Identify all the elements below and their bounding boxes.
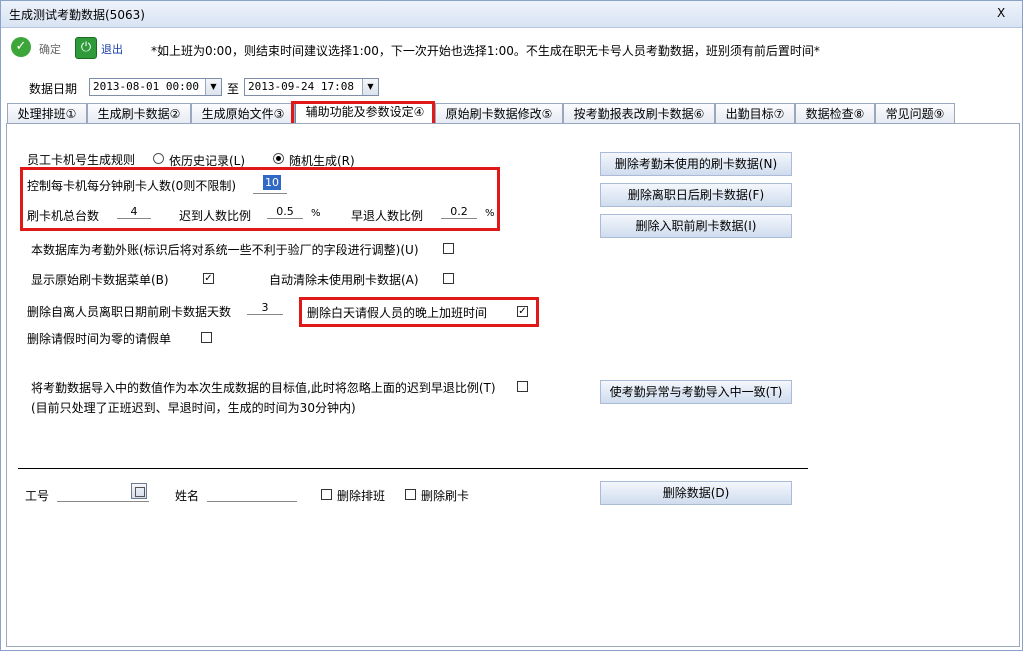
auto-clear-label: 自动清除未使用刷卡数据(A): [269, 273, 419, 287]
import-target-note: (目前只处理了正班迟到、早退时间，生成的时间为30分钟内): [31, 401, 356, 415]
lookup-icon[interactable]: [131, 483, 147, 499]
per-minute-underline: [253, 193, 287, 194]
card-rule-label: 员工卡机号生成规则: [27, 153, 136, 167]
radio-history[interactable]: [153, 153, 164, 164]
start-date-select[interactable]: 2013-08-01 00:00 ▼: [89, 78, 222, 96]
show-raw-menu-checkbox[interactable]: ✓: [203, 273, 214, 284]
tab-data-check[interactable]: 数据检查⑧: [795, 103, 875, 123]
chevron-down-icon[interactable]: ▼: [205, 79, 221, 95]
auto-clear-checkbox[interactable]: [443, 273, 454, 284]
total-machines-label: 刷卡机总台数: [27, 209, 100, 223]
delete-overtime-checkbox[interactable]: ✓: [517, 306, 528, 317]
delete-unused-button[interactable]: 删除考勤未使用的刷卡数据(N): [600, 152, 792, 176]
delete-days-label: 删除自离人员离职日期前刷卡数据天数: [27, 305, 232, 319]
name-input[interactable]: [207, 501, 297, 502]
show-raw-menu-label: 显示原始刷卡数据菜单(B): [31, 273, 169, 287]
exit-label: 退出: [101, 43, 123, 56]
early-ratio-unit: %: [485, 208, 495, 219]
close-button[interactable]: X: [997, 6, 1005, 20]
tab-faq[interactable]: 常见问题⑨: [875, 103, 955, 123]
tab-strip: 处理排班① 生成刷卡数据② 生成原始文件③ 辅助功能及参数设定④ 原始刷卡数据修…: [7, 101, 1017, 125]
tab-report-punch[interactable]: 按考勤报表改刷卡数据⑥: [563, 103, 715, 123]
tab-generate-file[interactable]: 生成原始文件③: [191, 103, 295, 123]
date-label: 数据日期: [29, 82, 78, 96]
notice-text: *如上班为0:00，则结束时间建议选择1:00，下一次开始也选择1:00。不生成…: [151, 44, 820, 58]
import-target-label: 将考勤数据导入中的数值作为本次生成数据的目标值,此时将忽略上面的迟到早退比例(T…: [31, 381, 496, 395]
tab-generate-punch[interactable]: 生成刷卡数据②: [87, 103, 191, 123]
sync-import-button[interactable]: 使考勤异常与考勤导入中一致(T): [600, 380, 792, 404]
delete-data-button[interactable]: 删除数据(D): [600, 481, 792, 505]
tab-edit-punch[interactable]: 原始刷卡数据修改⑤: [435, 103, 563, 123]
dialog-window: 生成测试考勤数据(5063) X ✓ 确定 ⏻ 退出 *如上班为0:00，则结束…: [0, 0, 1023, 651]
emp-no-label: 工号: [25, 489, 50, 503]
delete-after-leave-button[interactable]: 删除离职日后刷卡数据(F): [600, 183, 792, 207]
per-minute-label: 控制每卡机每分钟刷卡人数(0则不限制): [27, 179, 236, 193]
emp-no-input[interactable]: [57, 501, 149, 502]
late-ratio-label: 迟到人数比例: [179, 209, 252, 223]
name-label: 姓名: [175, 489, 200, 503]
tab-schedule[interactable]: 处理排班①: [7, 103, 87, 123]
del-punch-label: 删除刷卡: [421, 489, 470, 503]
end-date-value: 2013-09-24 17:08: [248, 80, 354, 93]
tab-attendance-target[interactable]: 出勤目标⑦: [715, 103, 795, 123]
per-minute-input[interactable]: 10: [263, 175, 281, 190]
end-date-select[interactable]: 2013-09-24 17:08 ▼: [244, 78, 379, 96]
section-divider: [18, 468, 808, 469]
check-icon: ✓: [11, 37, 31, 57]
radio-random[interactable]: [273, 153, 284, 164]
delete-zero-leave-label: 删除请假时间为零的请假单: [27, 332, 172, 346]
external-db-checkbox[interactable]: [443, 243, 454, 254]
del-schedule-checkbox[interactable]: [321, 489, 332, 500]
delete-days-input[interactable]: 3: [247, 301, 283, 315]
delete-before-join-button[interactable]: 删除入职前刷卡数据(I): [600, 214, 792, 238]
delete-zero-leave-checkbox[interactable]: [201, 332, 212, 343]
total-machines-input[interactable]: 4: [117, 205, 151, 219]
start-date-value: 2013-08-01 00:00: [93, 80, 199, 93]
del-punch-checkbox[interactable]: [405, 489, 416, 500]
ok-label: 确定: [39, 43, 61, 56]
late-ratio-input[interactable]: 0.5: [267, 205, 303, 219]
delete-overtime-label: 删除白天请假人员的晚上加班时间: [307, 306, 488, 320]
power-icon: ⏻: [75, 37, 97, 59]
chevron-down-icon[interactable]: ▼: [362, 79, 378, 95]
date-separator: 至: [227, 82, 240, 96]
lookup-icon-inner: [135, 487, 145, 497]
external-db-label: 本数据库为考勤外账(标识后将对系统一些不利于验厂的字段进行调整)(U): [31, 243, 419, 257]
early-ratio-input[interactable]: 0.2: [441, 205, 477, 219]
early-ratio-label: 早退人数比例: [351, 209, 424, 223]
import-target-checkbox[interactable]: [517, 381, 528, 392]
del-schedule-label: 删除排班: [337, 489, 386, 503]
title-bar: 生成测试考勤数据(5063) X: [1, 1, 1022, 28]
late-ratio-unit: %: [311, 208, 321, 219]
window-title: 生成测试考勤数据(5063): [9, 8, 145, 22]
